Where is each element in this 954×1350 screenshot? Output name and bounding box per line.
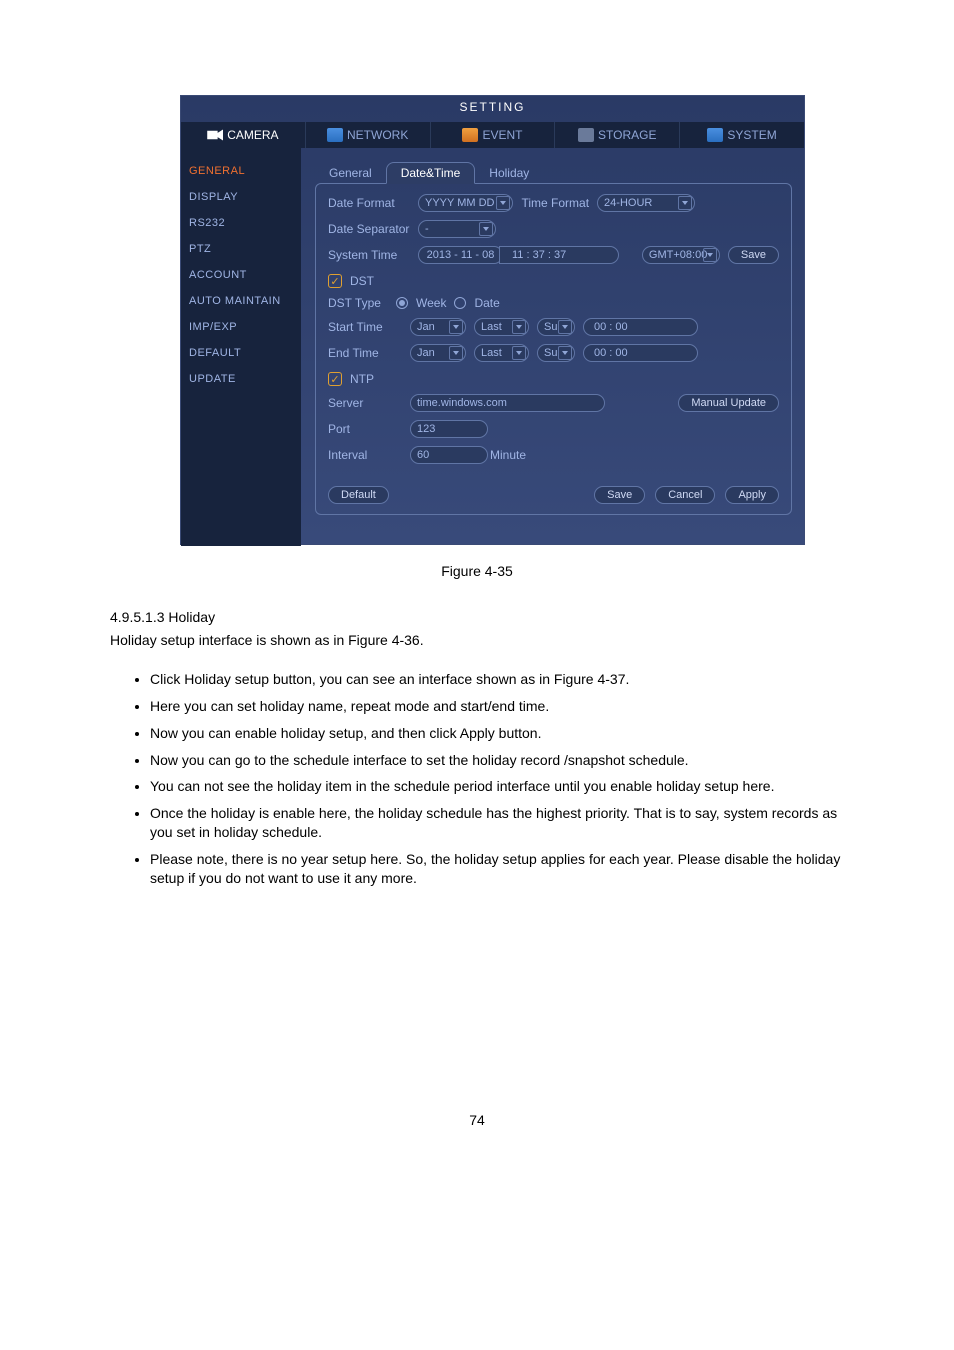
start-week-select[interactable]: Last bbox=[474, 318, 529, 336]
nav-storage[interactable]: STORAGE bbox=[554, 122, 679, 148]
intro-paragraph: Holiday setup interface is shown as in F… bbox=[110, 631, 854, 650]
dst-week-label: Week bbox=[416, 296, 446, 310]
sidebar: GENERAL DISPLAY RS232 PTZ ACCOUNT AUTO M… bbox=[181, 148, 301, 546]
tab-general[interactable]: General bbox=[315, 162, 386, 184]
list-item: You can not see the holiday item in the … bbox=[150, 773, 854, 800]
start-day-select[interactable]: Su bbox=[537, 318, 575, 336]
time-format-label: Time Format bbox=[521, 196, 589, 210]
system-clock-input[interactable]: 11 : 37 : 37 bbox=[499, 246, 619, 264]
date-format-select[interactable]: YYYY MM DD bbox=[418, 194, 513, 212]
dst-type-date-radio[interactable] bbox=[454, 297, 466, 309]
dst-date-label: Date bbox=[474, 296, 499, 310]
bullet-list: Click Holiday setup button, you can see … bbox=[150, 666, 854, 892]
ntp-checkbox[interactable] bbox=[328, 372, 342, 386]
chevron-down-icon bbox=[512, 346, 526, 360]
sidebar-item-general[interactable]: GENERAL bbox=[181, 158, 301, 184]
port-input[interactable]: 123 bbox=[410, 420, 488, 438]
end-time-label: End Time bbox=[328, 346, 402, 360]
dst-type-label: DST Type bbox=[328, 296, 388, 310]
sidebar-item-rs232[interactable]: RS232 bbox=[181, 210, 301, 236]
sidebar-item-ptz[interactable]: PTZ bbox=[181, 236, 301, 262]
page-number: 74 bbox=[100, 1092, 854, 1148]
content-panel: General Date&Time Holiday Date Format YY… bbox=[301, 148, 804, 546]
dst-label: DST bbox=[350, 274, 374, 288]
end-month-select[interactable]: Jan bbox=[410, 344, 466, 362]
system-date-input[interactable]: 2013 - 11 - 08 bbox=[418, 246, 503, 264]
system-icon bbox=[707, 128, 723, 142]
start-month-select[interactable]: Jan bbox=[410, 318, 466, 336]
time-format-select[interactable]: 24-HOUR bbox=[597, 194, 695, 212]
chevron-down-icon bbox=[558, 346, 572, 360]
save-button[interactable]: Save bbox=[594, 486, 645, 504]
event-icon bbox=[462, 128, 478, 142]
chevron-down-icon bbox=[449, 346, 463, 360]
ntp-label: NTP bbox=[350, 372, 374, 386]
sidebar-item-impexp[interactable]: IMP/EXP bbox=[181, 314, 301, 340]
start-hhmm-input[interactable]: 00 : 00 bbox=[583, 318, 698, 336]
sidebar-item-account[interactable]: ACCOUNT bbox=[181, 262, 301, 288]
camera-icon bbox=[207, 128, 223, 142]
date-separator-select[interactable]: - bbox=[418, 220, 496, 238]
interval-label: Interval bbox=[328, 448, 402, 462]
sidebar-item-default[interactable]: DEFAULT bbox=[181, 340, 301, 366]
system-time-label: System Time bbox=[328, 248, 410, 262]
chevron-down-icon bbox=[449, 320, 463, 334]
figure-caption: Figure 4-35 bbox=[100, 563, 854, 579]
save-time-button[interactable]: Save bbox=[728, 246, 779, 264]
chevron-down-icon bbox=[703, 248, 717, 262]
apply-button[interactable]: Apply bbox=[725, 486, 779, 504]
manual-update-button[interactable]: Manual Update bbox=[678, 394, 779, 412]
server-input[interactable]: time.windows.com bbox=[410, 394, 605, 412]
storage-icon bbox=[578, 128, 594, 142]
dst-type-week-radio[interactable] bbox=[396, 297, 408, 309]
end-hhmm-input[interactable]: 00 : 00 bbox=[583, 344, 698, 362]
chevron-down-icon bbox=[496, 196, 510, 210]
port-label: Port bbox=[328, 422, 402, 436]
sidebar-item-automaintain[interactable]: AUTO MAINTAIN bbox=[181, 288, 301, 314]
interval-input[interactable]: 60 bbox=[410, 446, 488, 464]
list-item: Here you can set holiday name, repeat mo… bbox=[150, 693, 854, 720]
nav-event[interactable]: EVENT bbox=[430, 122, 555, 148]
nav-camera[interactable]: CAMERA bbox=[181, 122, 305, 148]
network-icon bbox=[327, 128, 343, 142]
nav-network[interactable]: NETWORK bbox=[305, 122, 430, 148]
date-separator-label: Date Separator bbox=[328, 222, 410, 236]
list-item: Now you can enable holiday setup, and th… bbox=[150, 720, 854, 747]
server-label: Server bbox=[328, 396, 402, 410]
settings-window: SETTING CAMERA NETWORK EVENT STORAGE SYS… bbox=[180, 95, 805, 545]
list-item: Now you can go to the schedule interface… bbox=[150, 747, 854, 774]
tab-holiday[interactable]: Holiday bbox=[475, 162, 543, 184]
date-format-label: Date Format bbox=[328, 196, 410, 210]
list-item: Once the holiday is enable here, the hol… bbox=[150, 800, 854, 846]
sidebar-item-display[interactable]: DISPLAY bbox=[181, 184, 301, 210]
list-item: Click Holiday setup button, you can see … bbox=[150, 666, 854, 693]
chevron-down-icon bbox=[558, 320, 572, 334]
window-title: SETTING bbox=[181, 96, 804, 122]
list-item: Please note, there is no year setup here… bbox=[150, 846, 854, 892]
end-week-select[interactable]: Last bbox=[474, 344, 529, 362]
nav-system[interactable]: SYSTEM bbox=[679, 122, 804, 148]
interval-unit: Minute bbox=[490, 448, 526, 462]
chevron-down-icon bbox=[479, 222, 493, 236]
start-time-label: Start Time bbox=[328, 320, 402, 334]
sidebar-item-update[interactable]: UPDATE bbox=[181, 366, 301, 392]
dst-checkbox[interactable] bbox=[328, 274, 342, 288]
top-nav: CAMERA NETWORK EVENT STORAGE SYSTEM bbox=[181, 122, 804, 148]
section-heading: 4.9.5.1.3 Holiday bbox=[110, 609, 854, 625]
tab-datetime[interactable]: Date&Time bbox=[386, 162, 476, 184]
default-button[interactable]: Default bbox=[328, 486, 389, 504]
end-day-select[interactable]: Su bbox=[537, 344, 575, 362]
gmt-select[interactable]: GMT+08:00 bbox=[642, 246, 720, 264]
chevron-down-icon bbox=[678, 196, 692, 210]
cancel-button[interactable]: Cancel bbox=[655, 486, 715, 504]
chevron-down-icon bbox=[512, 320, 526, 334]
